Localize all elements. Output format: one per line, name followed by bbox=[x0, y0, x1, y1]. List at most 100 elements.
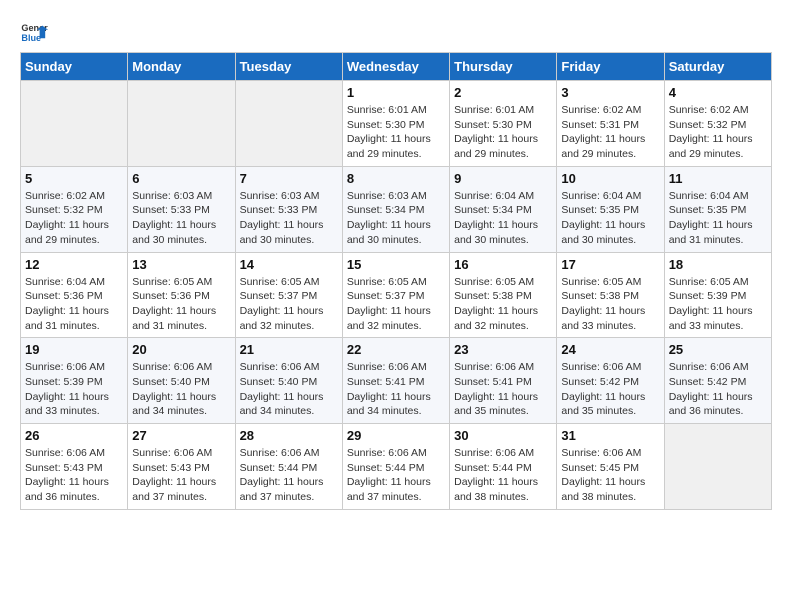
cell-date-number: 15 bbox=[347, 257, 445, 272]
cell-date-number: 6 bbox=[132, 171, 230, 186]
cell-info-text: Sunrise: 6:06 AM Sunset: 5:44 PM Dayligh… bbox=[454, 446, 552, 505]
cell-date-number: 17 bbox=[561, 257, 659, 272]
cell-info-text: Sunrise: 6:04 AM Sunset: 5:34 PM Dayligh… bbox=[454, 189, 552, 248]
calendar-cell: 4 Sunrise: 6:02 AM Sunset: 5:32 PM Daylig… bbox=[664, 81, 771, 167]
cell-info-text: Sunrise: 6:01 AM Sunset: 5:30 PM Dayligh… bbox=[347, 103, 445, 162]
cell-date-number: 2 bbox=[454, 85, 552, 100]
cell-date-number: 10 bbox=[561, 171, 659, 186]
cell-info-text: Sunrise: 6:06 AM Sunset: 5:41 PM Dayligh… bbox=[454, 360, 552, 419]
calendar-week-row: 5 Sunrise: 6:02 AM Sunset: 5:32 PM Daylig… bbox=[21, 166, 772, 252]
calendar-cell: 2 Sunrise: 6:01 AM Sunset: 5:30 PM Daylig… bbox=[450, 81, 557, 167]
calendar-cell bbox=[235, 81, 342, 167]
calendar-cell: 14 Sunrise: 6:05 AM Sunset: 5:37 PM Dayli… bbox=[235, 252, 342, 338]
cell-date-number: 5 bbox=[25, 171, 123, 186]
calendar-week-row: 26 Sunrise: 6:06 AM Sunset: 5:43 PM Dayli… bbox=[21, 424, 772, 510]
cell-info-text: Sunrise: 6:05 AM Sunset: 5:37 PM Dayligh… bbox=[347, 275, 445, 334]
svg-text:Blue: Blue bbox=[21, 33, 41, 43]
cell-info-text: Sunrise: 6:06 AM Sunset: 5:42 PM Dayligh… bbox=[561, 360, 659, 419]
cell-info-text: Sunrise: 6:06 AM Sunset: 5:45 PM Dayligh… bbox=[561, 446, 659, 505]
cell-date-number: 30 bbox=[454, 428, 552, 443]
cell-info-text: Sunrise: 6:02 AM Sunset: 5:32 PM Dayligh… bbox=[669, 103, 767, 162]
cell-info-text: Sunrise: 6:06 AM Sunset: 5:40 PM Dayligh… bbox=[240, 360, 338, 419]
cell-date-number: 26 bbox=[25, 428, 123, 443]
calendar-cell: 15 Sunrise: 6:05 AM Sunset: 5:37 PM Dayli… bbox=[342, 252, 449, 338]
cell-info-text: Sunrise: 6:06 AM Sunset: 5:39 PM Dayligh… bbox=[25, 360, 123, 419]
cell-info-text: Sunrise: 6:05 AM Sunset: 5:37 PM Dayligh… bbox=[240, 275, 338, 334]
cell-info-text: Sunrise: 6:04 AM Sunset: 5:35 PM Dayligh… bbox=[561, 189, 659, 248]
cell-info-text: Sunrise: 6:06 AM Sunset: 5:44 PM Dayligh… bbox=[347, 446, 445, 505]
cell-info-text: Sunrise: 6:01 AM Sunset: 5:30 PM Dayligh… bbox=[454, 103, 552, 162]
calendar-cell: 5 Sunrise: 6:02 AM Sunset: 5:32 PM Daylig… bbox=[21, 166, 128, 252]
calendar-cell: 20Sunrise: 6:06 AM Sunset: 5:40 PM Dayli… bbox=[128, 338, 235, 424]
cell-date-number: 4 bbox=[669, 85, 767, 100]
calendar-cell bbox=[128, 81, 235, 167]
calendar-table: Sunday Monday Tuesday Wednesday Thursday… bbox=[20, 52, 772, 510]
calendar-cell: 27 Sunrise: 6:06 AM Sunset: 5:43 PM Dayli… bbox=[128, 424, 235, 510]
calendar-cell: 22 Sunrise: 6:06 AM Sunset: 5:41 PM Dayli… bbox=[342, 338, 449, 424]
calendar-week-row: 1 Sunrise: 6:01 AM Sunset: 5:30 PM Daylig… bbox=[21, 81, 772, 167]
calendar-week-row: 19 Sunrise: 6:06 AM Sunset: 5:39 PM Dayli… bbox=[21, 338, 772, 424]
cell-date-number: 24 bbox=[561, 342, 659, 357]
generalblue-logo-icon: General Blue bbox=[20, 20, 48, 48]
calendar-cell bbox=[21, 81, 128, 167]
col-sunday: Sunday bbox=[21, 53, 128, 81]
cell-info-text: Sunrise: 6:04 AM Sunset: 5:36 PM Dayligh… bbox=[25, 275, 123, 334]
cell-date-number: 13 bbox=[132, 257, 230, 272]
calendar-cell: 13 Sunrise: 6:05 AM Sunset: 5:36 PM Dayli… bbox=[128, 252, 235, 338]
cell-info-text: Sunrise: 6:03 AM Sunset: 5:33 PM Dayligh… bbox=[132, 189, 230, 248]
cell-date-number: 27 bbox=[132, 428, 230, 443]
cell-date-number: 23 bbox=[454, 342, 552, 357]
col-friday: Friday bbox=[557, 53, 664, 81]
calendar-cell: 12Sunrise: 6:04 AM Sunset: 5:36 PM Dayli… bbox=[21, 252, 128, 338]
calendar-cell: 18 Sunrise: 6:05 AM Sunset: 5:39 PM Dayli… bbox=[664, 252, 771, 338]
cell-info-text: Sunrise: 6:04 AM Sunset: 5:35 PM Dayligh… bbox=[669, 189, 767, 248]
cell-date-number: 16 bbox=[454, 257, 552, 272]
calendar-cell bbox=[664, 424, 771, 510]
calendar-cell: 11Sunrise: 6:04 AM Sunset: 5:35 PM Dayli… bbox=[664, 166, 771, 252]
logo: General Blue bbox=[20, 20, 48, 48]
cell-info-text: Sunrise: 6:06 AM Sunset: 5:43 PM Dayligh… bbox=[132, 446, 230, 505]
calendar-cell: 3Sunrise: 6:02 AM Sunset: 5:31 PM Daylig… bbox=[557, 81, 664, 167]
cell-date-number: 22 bbox=[347, 342, 445, 357]
cell-date-number: 31 bbox=[561, 428, 659, 443]
cell-date-number: 19 bbox=[25, 342, 123, 357]
calendar-cell: 24 Sunrise: 6:06 AM Sunset: 5:42 PM Dayli… bbox=[557, 338, 664, 424]
col-monday: Monday bbox=[128, 53, 235, 81]
cell-date-number: 3 bbox=[561, 85, 659, 100]
cell-date-number: 7 bbox=[240, 171, 338, 186]
calendar-cell: 30 Sunrise: 6:06 AM Sunset: 5:44 PM Dayli… bbox=[450, 424, 557, 510]
calendar-body: 1 Sunrise: 6:01 AM Sunset: 5:30 PM Daylig… bbox=[21, 81, 772, 510]
calendar-cell: 9 Sunrise: 6:04 AM Sunset: 5:34 PM Daylig… bbox=[450, 166, 557, 252]
cell-info-text: Sunrise: 6:03 AM Sunset: 5:34 PM Dayligh… bbox=[347, 189, 445, 248]
cell-date-number: 8 bbox=[347, 171, 445, 186]
cell-date-number: 14 bbox=[240, 257, 338, 272]
calendar-cell: 29 Sunrise: 6:06 AM Sunset: 5:44 PM Dayli… bbox=[342, 424, 449, 510]
col-tuesday: Tuesday bbox=[235, 53, 342, 81]
cell-info-text: Sunrise: 6:05 AM Sunset: 5:36 PM Dayligh… bbox=[132, 275, 230, 334]
col-thursday: Thursday bbox=[450, 53, 557, 81]
calendar-cell: 28Sunrise: 6:06 AM Sunset: 5:44 PM Dayli… bbox=[235, 424, 342, 510]
cell-info-text: Sunrise: 6:02 AM Sunset: 5:32 PM Dayligh… bbox=[25, 189, 123, 248]
cell-date-number: 1 bbox=[347, 85, 445, 100]
cell-info-text: Sunrise: 6:03 AM Sunset: 5:33 PM Dayligh… bbox=[240, 189, 338, 248]
calendar-cell: 26 Sunrise: 6:06 AM Sunset: 5:43 PM Dayli… bbox=[21, 424, 128, 510]
cell-date-number: 25 bbox=[669, 342, 767, 357]
cell-info-text: Sunrise: 6:06 AM Sunset: 5:43 PM Dayligh… bbox=[25, 446, 123, 505]
cell-date-number: 9 bbox=[454, 171, 552, 186]
cell-info-text: Sunrise: 6:05 AM Sunset: 5:39 PM Dayligh… bbox=[669, 275, 767, 334]
cell-date-number: 18 bbox=[669, 257, 767, 272]
col-saturday: Saturday bbox=[664, 53, 771, 81]
cell-date-number: 29 bbox=[347, 428, 445, 443]
calendar-cell: 6 Sunrise: 6:03 AM Sunset: 5:33 PM Daylig… bbox=[128, 166, 235, 252]
calendar-cell: 16Sunrise: 6:05 AM Sunset: 5:38 PM Dayli… bbox=[450, 252, 557, 338]
calendar-cell: 7 Sunrise: 6:03 AM Sunset: 5:33 PM Daylig… bbox=[235, 166, 342, 252]
calendar-cell: 23 Sunrise: 6:06 AM Sunset: 5:41 PM Dayli… bbox=[450, 338, 557, 424]
cell-date-number: 20 bbox=[132, 342, 230, 357]
page-header: General Blue bbox=[20, 20, 772, 48]
calendar-cell: 31 Sunrise: 6:06 AM Sunset: 5:45 PM Dayli… bbox=[557, 424, 664, 510]
cell-date-number: 21 bbox=[240, 342, 338, 357]
calendar-week-row: 12Sunrise: 6:04 AM Sunset: 5:36 PM Dayli… bbox=[21, 252, 772, 338]
calendar-header-row: Sunday Monday Tuesday Wednesday Thursday… bbox=[21, 53, 772, 81]
calendar-cell: 21 Sunrise: 6:06 AM Sunset: 5:40 PM Dayli… bbox=[235, 338, 342, 424]
cell-info-text: Sunrise: 6:06 AM Sunset: 5:41 PM Dayligh… bbox=[347, 360, 445, 419]
